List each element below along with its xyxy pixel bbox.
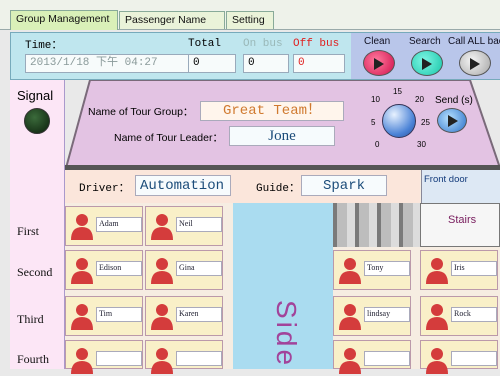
- passenger-icon: [151, 348, 173, 374]
- dial-tick: 10: [371, 95, 380, 104]
- seat-fourth-left-2[interactable]: [145, 340, 223, 374]
- driver-label: Driver：: [79, 183, 130, 195]
- dial-tick: 0: [375, 140, 380, 149]
- seat-fourth-right-2[interactable]: [420, 340, 498, 374]
- passenger-icon: [71, 258, 93, 284]
- seat-third-left-1[interactable]: Tim: [65, 296, 143, 336]
- seat-third-left-2[interactable]: Karen: [145, 296, 223, 336]
- tour-group-field[interactable]: Great Team！: [200, 101, 344, 121]
- total-field: 0: [188, 54, 236, 73]
- guide-label: Guide：: [256, 183, 301, 195]
- time-label: Time：: [25, 40, 63, 52]
- onbus-field: 0: [243, 54, 289, 73]
- dial-tick: 5: [371, 118, 376, 127]
- guide-field[interactable]: Spark: [301, 175, 387, 196]
- play-icon: [448, 115, 458, 127]
- row-label-second: Second: [17, 265, 53, 279]
- seat-name: lindsay: [364, 307, 410, 322]
- front-door-label: Front door: [424, 174, 468, 185]
- passenger-icon: [339, 258, 361, 284]
- tab-label: Group Management: [16, 13, 110, 25]
- stairs-grating: [333, 203, 420, 247]
- seat-second-left-2[interactable]: Gina: [145, 250, 223, 290]
- signal-label: Signal: [17, 88, 54, 103]
- clean-button[interactable]: [363, 50, 395, 76]
- tab-setting[interactable]: Setting: [226, 11, 274, 29]
- row-label-column: Signal First Second Third Fourth: [10, 80, 65, 369]
- tour-leader-field[interactable]: Jone: [229, 126, 335, 146]
- passenger-icon: [151, 214, 173, 240]
- search-label: Search: [409, 36, 441, 47]
- passenger-icon: [426, 348, 448, 374]
- seat-name: Iris: [451, 261, 497, 276]
- total-label: Total: [188, 38, 222, 50]
- seat-name: Tim: [96, 307, 142, 322]
- seat-name: Adam: [96, 217, 142, 232]
- seat-second-right-2[interactable]: Iris: [420, 250, 498, 290]
- tab-bar: Group Management Passenger Name List Set…: [0, 0, 500, 43]
- search-button[interactable]: [411, 50, 443, 76]
- seat-first-left-2[interactable]: Neil: [145, 206, 223, 246]
- send-button[interactable]: [437, 108, 467, 133]
- dial-tick: 20: [415, 95, 424, 104]
- aisle-label: Side: [271, 300, 302, 369]
- seat-name: [451, 351, 497, 366]
- dial-tick: 15: [393, 87, 402, 96]
- passenger-icon: [339, 348, 361, 374]
- driver-field[interactable]: Automation: [135, 175, 231, 196]
- seat-name: Karen: [176, 307, 222, 322]
- tour-group-label: Name of Tour Group：: [88, 106, 194, 118]
- seat-third-right-2[interactable]: Rock: [420, 296, 498, 336]
- passenger-icon: [71, 304, 93, 330]
- play-icon: [422, 58, 432, 70]
- seat-second-left-1[interactable]: Edison: [65, 250, 143, 290]
- seat-name: Gina: [176, 261, 222, 276]
- dial-tick: 25: [421, 118, 430, 127]
- seat-second-right-1[interactable]: Tony: [333, 250, 411, 290]
- bus-body: Driver： Automation Guide： Spark Front do…: [65, 170, 500, 374]
- row-label-fourth: Fourth: [17, 352, 50, 366]
- row-label-first: First: [17, 224, 40, 238]
- callall-label: Call ALL bac: [448, 36, 500, 47]
- passenger-icon: [151, 304, 173, 330]
- time-field: 2013/1/18 下午 04:27: [25, 54, 191, 73]
- dial-tick: 30: [417, 140, 426, 149]
- passenger-icon: [426, 258, 448, 284]
- offbus-label: Off bus: [293, 38, 340, 50]
- play-icon: [374, 58, 384, 70]
- passenger-icon: [426, 304, 448, 330]
- play-icon: [470, 58, 480, 70]
- passenger-icon: [151, 258, 173, 284]
- seat-name: Tony: [364, 261, 410, 276]
- send-interval-dial[interactable]: [382, 104, 416, 138]
- passenger-icon: [71, 214, 93, 240]
- call-all-back-button[interactable]: [459, 50, 491, 76]
- seat-fourth-left-1[interactable]: [65, 340, 143, 374]
- seat-first-left-1[interactable]: Adam: [65, 206, 143, 246]
- seat-third-right-1[interactable]: lindsay: [333, 296, 411, 336]
- tour-leader-label: Name of Tour Leader：: [114, 132, 223, 144]
- status-header: Time： 2013/1/18 下午 04:27 Total 0 On bus …: [10, 32, 500, 80]
- tab-passenger-name-list[interactable]: Passenger Name List: [119, 11, 225, 43]
- signal-light: [24, 108, 50, 134]
- seat-name: Edison: [96, 261, 142, 276]
- clean-label: Clean: [364, 36, 391, 47]
- onbus-label: On bus: [243, 38, 283, 50]
- offbus-field: 0: [293, 54, 345, 73]
- seat-name: Rock: [451, 307, 497, 322]
- row-label-third: Third: [17, 312, 44, 326]
- stairs-label: Stairs: [448, 214, 477, 226]
- tab-group-management[interactable]: Group Management: [10, 10, 118, 30]
- passenger-icon: [339, 304, 361, 330]
- seat-name: [364, 351, 410, 366]
- seat-name: Neil: [176, 217, 222, 232]
- send-label: Send (s): [435, 95, 473, 106]
- seat-fourth-right-1[interactable]: [333, 340, 411, 374]
- bus-roof: [65, 80, 500, 170]
- tab-label: Setting: [232, 14, 265, 26]
- passenger-icon: [71, 348, 93, 374]
- seat-name: [96, 351, 142, 366]
- seat-name: [176, 351, 222, 366]
